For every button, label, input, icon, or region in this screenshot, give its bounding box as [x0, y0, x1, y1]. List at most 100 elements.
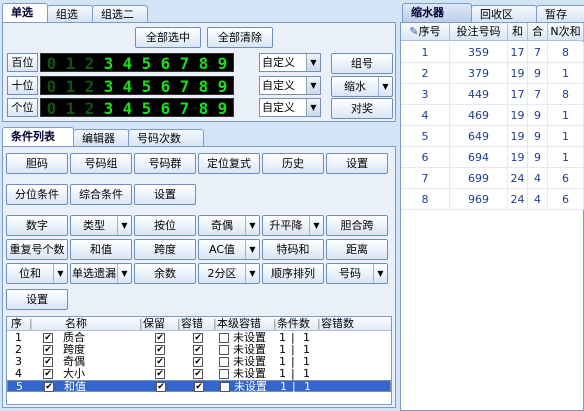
chevron-down-icon[interactable]: ▼	[306, 54, 320, 71]
digit-cell[interactable]: 4	[119, 100, 136, 117]
shrink-dropdown[interactable]: 缩水 ▼	[331, 76, 393, 97]
btn-remainder[interactable]: 余数	[134, 263, 196, 284]
digit-cell[interactable]: 8	[195, 55, 212, 72]
table-row[interactable]: 7 699 24 4 6	[401, 168, 584, 189]
btn-settings-2[interactable]: 设置	[134, 184, 196, 205]
tolerance-checkbox[interactable]: ✔	[193, 369, 203, 379]
btn-number-cluster[interactable]: 号码群	[134, 153, 196, 174]
dd-single-omission[interactable]: 单选遗漏 ▼	[70, 263, 132, 284]
btn-repeat-count[interactable]: 重复号个数	[6, 239, 68, 260]
digit-cell[interactable]: 6	[157, 55, 174, 72]
keep-checkbox[interactable]: ✔	[156, 382, 166, 392]
digit-cell[interactable]: 2	[81, 78, 98, 95]
digit-cell[interactable]: 9	[214, 78, 231, 95]
chevron-down-icon[interactable]: ▼	[245, 264, 259, 283]
digit-cell[interactable]: 5	[138, 100, 155, 117]
tab-number-count[interactable]: 号码次数	[128, 129, 204, 147]
digit-cell[interactable]: 2	[81, 100, 98, 117]
digit-display-units[interactable]: 0123456789	[40, 98, 234, 117]
level-tolerance-checkbox[interactable]	[219, 345, 229, 355]
chevron-down-icon[interactable]: ▼	[245, 216, 259, 235]
tolerance-checkbox[interactable]: ✔	[193, 333, 203, 343]
keep-checkbox[interactable]: ✔	[155, 345, 165, 355]
row-label-units[interactable]: 个位	[7, 98, 38, 117]
level-tolerance-checkbox[interactable]	[220, 382, 230, 392]
level-tolerance-checkbox[interactable]	[219, 369, 229, 379]
digit-cell[interactable]: 0	[43, 55, 60, 72]
dd-odd-even[interactable]: 奇偶 ▼	[198, 215, 260, 236]
tolerance-checkbox[interactable]: ✔	[194, 382, 204, 392]
btn-span[interactable]: 跨度	[134, 239, 196, 260]
btn-dan-sum-span[interactable]: 胆合跨	[326, 215, 388, 236]
digit-cell[interactable]: 1	[62, 100, 79, 117]
digit-cell[interactable]: 4	[119, 55, 136, 72]
digit-display-tens[interactable]: 0123456789	[40, 76, 234, 95]
digit-cell[interactable]: 3	[100, 55, 117, 72]
dd-ac-value[interactable]: AC值 ▼	[198, 239, 260, 260]
tab-group-two[interactable]: 组选二	[92, 5, 148, 23]
digit-cell[interactable]: 3	[100, 78, 117, 95]
btn-order-arrange[interactable]: 顺序排列	[262, 263, 324, 284]
btn-history[interactable]: 历史	[262, 153, 324, 174]
keep-checkbox[interactable]: ✔	[155, 357, 165, 367]
digit-cell[interactable]: 7	[176, 78, 193, 95]
chevron-down-icon[interactable]: ▼	[378, 77, 392, 96]
custom-select-units[interactable]: 自定义 ▼	[259, 98, 321, 117]
tab-group[interactable]: 组选	[47, 5, 93, 23]
condition-list[interactable]: 序 | 名称 | 保留 | 容错 | 本级容错 | 条件数 | 容错数 1 ✔ 质合…	[6, 316, 392, 405]
digit-cell[interactable]: 7	[176, 55, 193, 72]
digit-cell[interactable]: 1	[62, 78, 79, 95]
row-label-tens[interactable]: 十位	[7, 76, 38, 95]
custom-select-tens[interactable]: 自定义 ▼	[259, 76, 321, 95]
row-label-hundreds[interactable]: 百位	[7, 53, 38, 72]
digit-cell[interactable]: 0	[43, 78, 60, 95]
dd-number[interactable]: 号码 ▼	[326, 263, 388, 284]
level-tolerance-checkbox[interactable]	[219, 357, 229, 367]
digit-cell[interactable]: 3	[100, 100, 117, 117]
tab-temp-storage[interactable]: 暂存	[536, 5, 584, 23]
digit-cell[interactable]: 2	[81, 55, 98, 72]
level-tolerance-checkbox[interactable]	[219, 333, 229, 343]
digit-cell[interactable]: 5	[138, 78, 155, 95]
btn-position-conditions[interactable]: 分位条件	[6, 184, 68, 205]
table-row[interactable]: 2 379 19 9 1	[401, 63, 584, 84]
enable-checkbox[interactable]: ✔	[43, 345, 53, 355]
table-row[interactable]: 1 359 17 7 8	[401, 42, 584, 63]
chevron-down-icon[interactable]: ▼	[53, 264, 67, 283]
btn-digit[interactable]: 数字	[6, 215, 68, 236]
btn-settings-3[interactable]: 设置	[6, 289, 68, 310]
keep-checkbox[interactable]: ✔	[155, 333, 165, 343]
btn-distance[interactable]: 距离	[326, 239, 388, 260]
chevron-down-icon[interactable]: ▼	[306, 99, 320, 116]
chevron-down-icon[interactable]: ▼	[117, 216, 131, 235]
enable-checkbox[interactable]: ✔	[43, 333, 53, 343]
tab-shrinker[interactable]: 缩水器	[402, 3, 472, 23]
digit-cell[interactable]: 0	[43, 100, 60, 117]
digit-cell[interactable]: 5	[138, 55, 155, 72]
tolerance-checkbox[interactable]: ✔	[193, 345, 203, 355]
digit-cell[interactable]: 8	[195, 100, 212, 117]
tab-single[interactable]: 单选	[2, 3, 48, 23]
digit-cell[interactable]: 9	[214, 55, 231, 72]
clear-all-button[interactable]: 全部清除	[207, 27, 273, 48]
digit-cell[interactable]: 7	[176, 100, 193, 117]
digit-cell[interactable]: 6	[157, 78, 174, 95]
result-table[interactable]: ✎序号 投注号码 和 合 N次和 1 359 17 7 8 2 379 19 9 1 3 449 17 7…	[400, 22, 584, 411]
table-row[interactable]: 6 694 19 9 1	[401, 147, 584, 168]
digit-cell[interactable]: 8	[195, 78, 212, 95]
tab-editor[interactable]: 编辑器	[73, 129, 129, 147]
chevron-down-icon[interactable]: ▼	[309, 216, 323, 235]
chevron-down-icon[interactable]: ▼	[373, 264, 387, 283]
digit-display-hundreds[interactable]: 0123456789	[40, 53, 234, 72]
btn-settings-1[interactable]: 设置	[326, 153, 388, 174]
enable-checkbox[interactable]: ✔	[44, 382, 54, 392]
digit-cell[interactable]: 9	[214, 100, 231, 117]
btn-special-sum[interactable]: 特码和	[262, 239, 324, 260]
check-prize-button[interactable]: 对奖	[331, 98, 393, 119]
digit-cell[interactable]: 6	[157, 100, 174, 117]
btn-by-position[interactable]: 按位	[134, 215, 196, 236]
custom-select-hundreds[interactable]: 自定义 ▼	[259, 53, 321, 72]
tolerance-checkbox[interactable]: ✔	[193, 357, 203, 367]
dd-type[interactable]: 类型 ▼	[70, 215, 132, 236]
digit-cell[interactable]: 4	[119, 78, 136, 95]
